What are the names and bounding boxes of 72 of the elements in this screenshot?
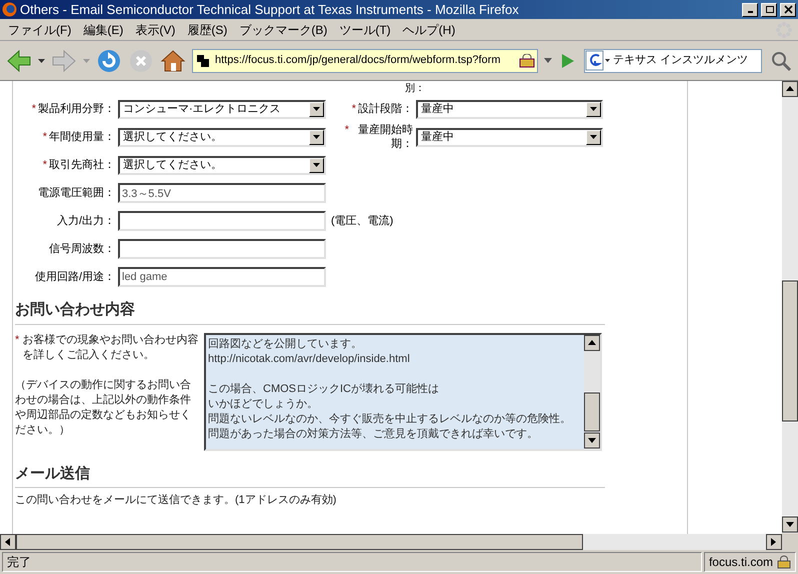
help-text: （デバイスの動作に関するお問い合わせの場合は、上記以外の動作条件や周辺部品の定数などもお知らせください。） <box>15 378 192 438</box>
required-asterisk: * <box>42 130 47 144</box>
field-label: 別： <box>405 83 425 94</box>
site-logo-icon <box>195 52 211 68</box>
dropdown-arrow-icon <box>313 135 320 139</box>
dropdown[interactable]: コンシューマ·エレクトロニクス <box>118 100 326 118</box>
field-label: 年間使用量： <box>49 130 115 144</box>
text-field[interactable] <box>118 211 326 231</box>
field-label: お客様での現象やお問い合わせ内容を詳しくご記入ください。 <box>22 332 200 362</box>
menu-item[interactable]: 表示(V) <box>129 20 182 38</box>
dropdown[interactable]: 量産中 <box>416 100 603 118</box>
back-icon <box>6 48 32 74</box>
menu-item[interactable]: 履歴(S) <box>181 20 234 38</box>
field-label: 設計段階： <box>358 102 413 116</box>
search-field[interactable]: テキサス インスツルメンツ <box>584 48 762 72</box>
text-field[interactable] <box>118 239 326 259</box>
menu-item[interactable]: ヘルプ(H) <box>396 20 462 38</box>
browser-logo-icon <box>2 2 17 17</box>
dropdown-arrow-icon <box>313 163 320 167</box>
close-icon <box>784 5 792 14</box>
maximize-button[interactable] <box>761 2 777 16</box>
field-label: 製品利用分野： <box>38 102 115 116</box>
address-bar[interactable]: https://focus.ti.com/jp/general/docs/form/webform.tsp?form <box>192 48 538 72</box>
field-label: 信号周波数： <box>49 242 115 256</box>
dropdown-caret-icon <box>38 58 45 62</box>
home-icon <box>160 48 186 74</box>
field-label: 量産開始時期： <box>357 123 413 151</box>
padlock-icon <box>519 54 536 68</box>
text-field[interactable]: led game <box>118 267 326 287</box>
search-engine-icon <box>585 50 611 72</box>
dropdown-arrow-icon <box>313 107 320 111</box>
section-heading: お問い合わせ内容 <box>15 300 136 320</box>
field-label: 取引先商社： <box>49 158 115 172</box>
forward-icon <box>51 48 77 74</box>
status-domain: focus.ti.com <box>708 554 773 571</box>
reload-icon <box>96 48 122 74</box>
maximize-icon <box>764 5 774 14</box>
dropdown[interactable]: 量産中 <box>416 128 603 146</box>
dropdown[interactable]: 選択してください。 <box>118 128 326 146</box>
menu-item[interactable]: 編集(E) <box>77 20 130 38</box>
required-asterisk: * <box>344 123 349 137</box>
text-field[interactable]: 3.3～5.5V <box>118 183 326 203</box>
required-asterisk: * <box>15 332 20 348</box>
dropdown-caret-icon <box>544 58 552 63</box>
minimize-button[interactable] <box>742 2 758 16</box>
menu-item[interactable]: ツール(T) <box>333 20 397 38</box>
field-label: 電源電圧範囲： <box>38 186 115 200</box>
horizontal-scrollbar-drawing[interactable] <box>0 534 798 550</box>
status-text: 完了 <box>2 552 702 572</box>
vertical-scrollbar-drawing[interactable] <box>782 81 798 533</box>
dropdown-arrow-icon <box>590 107 597 111</box>
field-hint: (電圧、電流) <box>331 214 394 229</box>
required-asterisk: * <box>42 158 47 172</box>
dropdown-caret-icon <box>83 58 90 62</box>
dropdown-arrow-icon <box>590 135 597 139</box>
window-title: Others - Email Semiconductor Technical Support at Texas Instruments - Mozilla Firefox <box>20 0 520 19</box>
section-heading: メール送信 <box>15 464 91 484</box>
required-asterisk: * <box>32 102 36 116</box>
close-button[interactable] <box>780 2 796 16</box>
padlock-icon <box>777 555 791 569</box>
field-label: 使用回路/用途： <box>34 270 115 284</box>
menu-item[interactable]: ファイル(F) <box>2 20 78 38</box>
field-label: 入力/出力： <box>56 214 115 228</box>
dropdown[interactable]: 選択してください。 <box>118 156 326 174</box>
back-button[interactable] <box>6 48 32 74</box>
menu-item[interactable]: ブックマーク(B) <box>233 20 334 38</box>
reload-button[interactable] <box>96 48 122 74</box>
stop-icon <box>128 48 154 74</box>
home-button[interactable] <box>160 48 186 74</box>
help-text: この問い合わせをメールにて送信できます。(1アドレスのみ有効) <box>15 493 338 508</box>
required-asterisk: * <box>352 102 356 116</box>
go-icon <box>562 54 574 68</box>
